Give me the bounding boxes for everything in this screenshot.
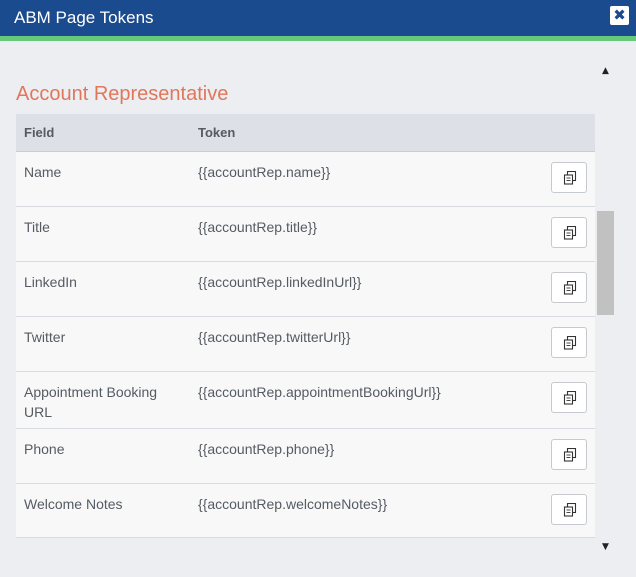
table-header: Field Token (16, 114, 595, 152)
row-token-value: {{accountRep.appointmentBookingUrl}} (198, 384, 441, 400)
section-title: Account Representative (16, 83, 229, 105)
copy-icon (563, 281, 577, 295)
copy-icon (563, 503, 577, 517)
copy-token-button[interactable] (551, 162, 587, 193)
close-icon[interactable]: ✖ (610, 6, 629, 25)
copy-token-button[interactable] (551, 494, 587, 525)
row-field-name: LinkedIn (24, 274, 77, 290)
row-token-value: {{accountRep.title}} (198, 219, 318, 235)
row-token-value: {{accountRep.linkedInUrl}} (198, 274, 362, 290)
table-row: Welcome Notes {{accountRep.welcomeNotes}} (16, 484, 595, 538)
copy-icon (563, 226, 577, 240)
row-field-name: Appointment Booking URL (24, 384, 158, 420)
column-header-field: Field (24, 125, 55, 140)
row-field-name: Twitter (24, 329, 66, 345)
row-token-value: {{accountRep.welcomeNotes}} (198, 496, 388, 512)
copy-token-button[interactable] (551, 327, 587, 358)
table-row: Name {{accountRep.name}} (16, 152, 595, 207)
tokens-table: Field Token Name {{accountRep.name}} Title… (16, 114, 595, 538)
table-row: Title {{accountRep.title}} (16, 207, 595, 262)
table-row: Appointment Booking URL {{accountRep.appo… (16, 372, 595, 429)
copy-token-button[interactable] (551, 439, 587, 470)
copy-icon (563, 336, 577, 350)
copy-icon (563, 391, 577, 405)
column-header-token: Token (198, 125, 236, 140)
scroll-down-arrow[interactable]: ▼ (600, 542, 611, 552)
copy-token-button[interactable] (551, 217, 587, 248)
dialog-title: ABM Page Tokens (14, 8, 154, 27)
row-field-name: Welcome Notes (24, 496, 123, 512)
copy-icon (563, 448, 577, 462)
dialog-content: Account Representative Field Token Name {… (0, 41, 636, 577)
copy-token-button[interactable] (551, 272, 587, 303)
table-body: Name {{accountRep.name}} Title {{accountRep… (16, 152, 595, 538)
dialog-titlebar: ABM Page Tokens ✖ (0, 0, 636, 36)
row-field-name: Title (24, 219, 50, 235)
row-token-value: {{accountRep.name}} (198, 164, 331, 180)
row-token-value: {{accountRep.phone}} (198, 441, 335, 457)
row-field-name: Phone (24, 441, 65, 457)
row-token-value: {{accountRep.twitterUrl}} (198, 329, 351, 345)
scrollbar-thumb[interactable] (597, 211, 614, 315)
copy-icon (563, 171, 577, 185)
row-field-name: Name (24, 164, 62, 180)
copy-token-button[interactable] (551, 382, 587, 413)
table-row: LinkedIn {{accountRep.linkedInUrl}} (16, 262, 595, 317)
scroll-up-arrow[interactable]: ▲ (600, 66, 611, 76)
table-row: Twitter {{accountRep.twitterUrl}} (16, 317, 595, 372)
table-row: Phone {{accountRep.phone}} (16, 429, 595, 484)
